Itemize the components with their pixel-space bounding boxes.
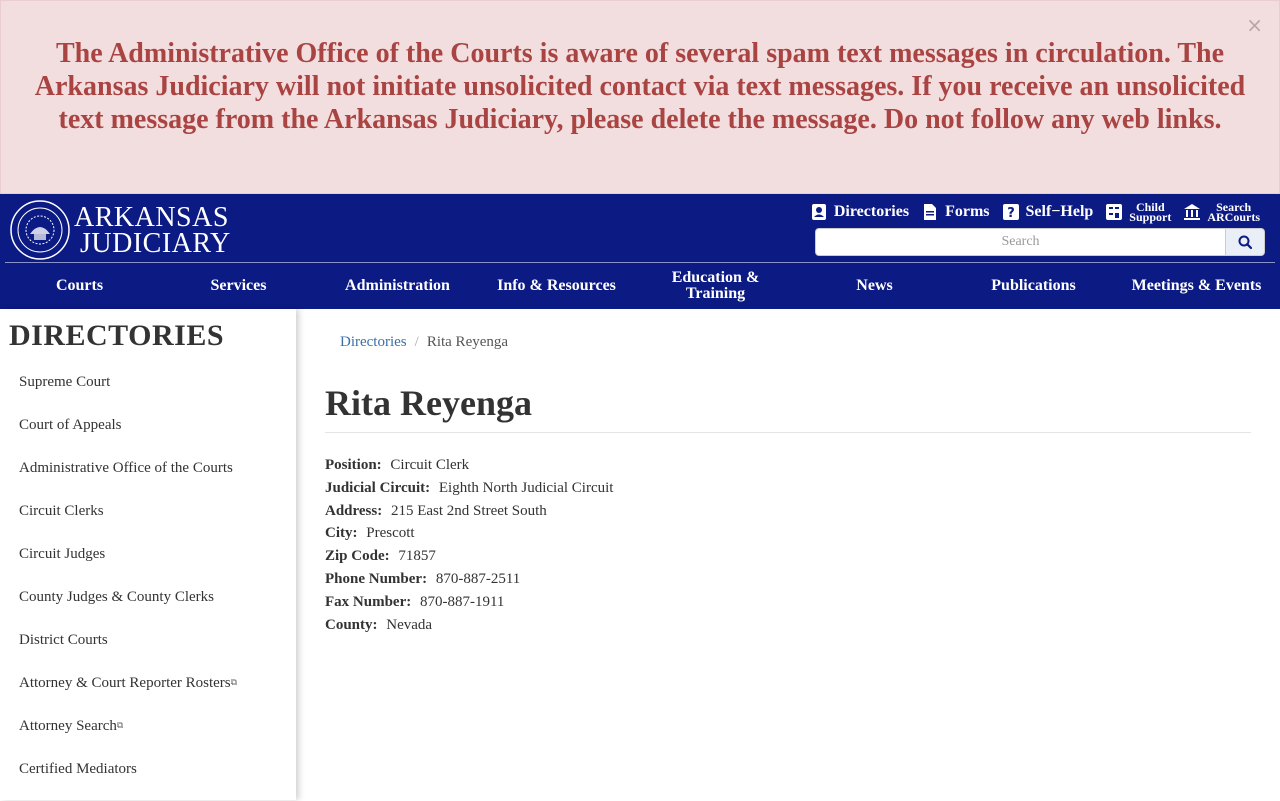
document-icon xyxy=(924,204,937,220)
title-divider xyxy=(325,432,1251,433)
directories-link[interactable]: Directories xyxy=(810,203,909,221)
self-help-link[interactable]: ? Self−Help xyxy=(1002,203,1094,221)
detail-fax: Fax Number: 870-887-1911 xyxy=(325,593,505,610)
sidebar-item-court-of-appeals[interactable]: Court of Appeals xyxy=(19,414,237,457)
supreme-court-seal-icon xyxy=(10,200,70,260)
sidebar-item-supreme-court[interactable]: Supreme Court xyxy=(19,371,237,414)
sidebar-item-county-judges-clerks[interactable]: County Judges & County Clerks xyxy=(19,586,237,629)
nav-item-publications[interactable]: Publications xyxy=(954,264,1113,308)
forms-label: Forms xyxy=(945,203,990,220)
contact-card-icon xyxy=(811,204,826,220)
courthouse-icon xyxy=(1184,204,1201,220)
calculator-icon xyxy=(1106,204,1123,220)
contact-details: Position: Circuit Clerk Judicial Circuit… xyxy=(325,454,613,636)
breadcrumb-separator: / xyxy=(414,334,419,350)
main-nav: Courts Services Administration Info & Re… xyxy=(0,264,1280,308)
search-arcourts-link[interactable]: Search ARCourts xyxy=(1183,200,1260,224)
search-input[interactable] xyxy=(815,228,1226,256)
breadcrumb: Directories / Rita Reyenga xyxy=(340,334,508,351)
sidebar-item-label: Attorney & Court Reporter Rosters xyxy=(19,675,231,691)
nav-item-news[interactable]: News xyxy=(795,264,954,308)
nav-item-administration[interactable]: Administration xyxy=(318,264,477,308)
directories-sidebar: DIRECTORIES Supreme Court Court of Appea… xyxy=(0,309,296,800)
sidebar-list: Supreme Court Court of Appeals Administr… xyxy=(19,371,237,801)
search-arcourts-label: Search ARCourts xyxy=(1207,200,1260,224)
detail-address: Address: 215 East 2nd Street South xyxy=(325,502,547,519)
spam-alert-banner: The Administrative Office of the Courts … xyxy=(0,0,1280,194)
site-header: ARKANSAS JUDICIARY Directories Forms ? S… xyxy=(0,194,1280,309)
alert-message: The Administrative Office of the Courts … xyxy=(34,38,1246,135)
header-divider xyxy=(5,262,1275,263)
page-title: Rita Reyenga xyxy=(325,383,532,423)
question-icon: ? xyxy=(1002,204,1019,221)
sidebar-title: DIRECTORIES xyxy=(9,319,225,352)
sidebar-item-attorney-search[interactable]: Attorney Search⧉ xyxy=(19,715,237,758)
detail-county: County: Nevada xyxy=(325,616,433,633)
site-search xyxy=(815,228,1265,256)
detail-phone: Phone Number: 870-887-2511 xyxy=(325,570,521,587)
sidebar-item-circuit-clerks[interactable]: Circuit Clerks xyxy=(19,500,237,543)
sidebar-item-attorney-rosters[interactable]: Attorney & Court Reporter Rosters⧉ xyxy=(19,672,237,715)
self-help-label: Self−Help xyxy=(1025,203,1094,220)
nav-item-courts[interactable]: Courts xyxy=(0,264,159,308)
sidebar-item-label: Attorney Search xyxy=(19,718,117,734)
sidebar-item-district-courts[interactable]: District Courts xyxy=(19,629,237,672)
detail-zip-code: Zip Code: 71857 xyxy=(325,548,436,565)
breadcrumb-current: Rita Reyenga xyxy=(426,334,509,350)
detail-judicial-circuit: Judicial Circuit: Eighth North Judicial … xyxy=(325,479,614,496)
sidebar-item-aoc[interactable]: Administrative Office of the Courts xyxy=(19,457,237,500)
utility-links: Directories Forms ? Self−Help Child Supp… xyxy=(810,200,1260,224)
child-support-label: Child Support xyxy=(1129,200,1172,224)
child-support-link[interactable]: Child Support xyxy=(1105,200,1172,224)
logo-line-2: JUDICIARY xyxy=(80,228,231,259)
sidebar-item-certified-mediators[interactable]: Certified Mediators xyxy=(19,758,237,801)
detail-position: Position: Circuit Clerk xyxy=(325,457,470,473)
external-link-icon: ⧉ xyxy=(116,721,124,731)
sidebar-item-circuit-judges[interactable]: Circuit Judges xyxy=(19,543,237,586)
external-link-icon: ⧉ xyxy=(230,678,238,688)
nav-item-education-training[interactable]: Education & Training xyxy=(636,264,795,308)
search-icon xyxy=(1238,235,1252,249)
site-logo[interactable]: ARKANSAS JUDICIARY xyxy=(10,199,230,260)
forms-link[interactable]: Forms xyxy=(921,203,990,221)
search-button[interactable] xyxy=(1225,228,1265,256)
nav-item-services[interactable]: Services xyxy=(159,264,318,308)
svg-text:?: ? xyxy=(1007,206,1015,221)
close-icon[interactable]: × xyxy=(1246,15,1263,35)
logo-wordmark: ARKANSAS JUDICIARY xyxy=(74,204,231,259)
detail-city: City: Prescott xyxy=(325,525,415,542)
nav-item-meetings-events[interactable]: Meetings & Events xyxy=(1113,264,1280,308)
directories-label: Directories xyxy=(833,203,910,220)
breadcrumb-directories-link[interactable]: Directories xyxy=(340,334,407,350)
nav-item-info-resources[interactable]: Info & Resources xyxy=(477,264,636,308)
